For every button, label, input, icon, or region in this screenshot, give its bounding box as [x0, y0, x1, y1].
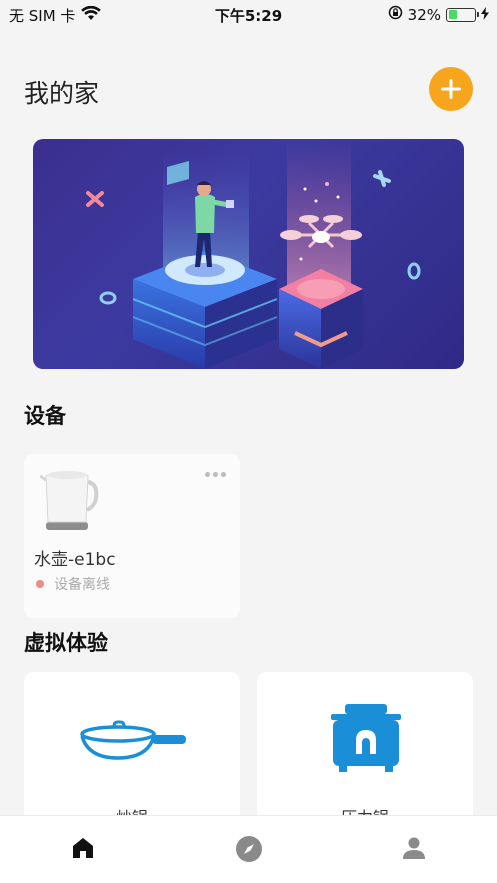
virtual-item-pressure-cooker[interactable]: 压力锅 [257, 672, 473, 832]
virtual-section-title: 虚拟体验 [24, 631, 108, 655]
more-dot [205, 472, 210, 477]
banner-art [86, 139, 421, 369]
device-status-text: 设备离线 [54, 577, 110, 593]
plus-icon [441, 79, 461, 99]
more-dot [221, 472, 226, 477]
tab-discover[interactable] [166, 816, 332, 883]
virtual-item-wok[interactable]: 炒锅 [24, 672, 240, 832]
charging-icon [481, 6, 489, 24]
add-device-button[interactable] [429, 67, 473, 111]
banner-illustration[interactable] [33, 139, 464, 369]
tab-profile[interactable] [331, 816, 497, 883]
battery-icon [446, 7, 479, 22]
user-icon [403, 837, 426, 859]
orientation-lock-icon [388, 5, 403, 24]
device-card[interactable]: 水壶-e1bc 设备离线 [24, 454, 240, 618]
battery-percent: 32% [407, 5, 441, 24]
status-bar: 无 SIM 卡 下午5:29 32% [0, 0, 497, 30]
status-right: 32% [388, 5, 489, 24]
kettle-icon [40, 471, 99, 530]
wok-icon [80, 720, 186, 760]
compass-icon [235, 836, 262, 862]
pressure-cooker-icon [331, 704, 401, 772]
home-icon [72, 838, 93, 858]
tab-bar [0, 815, 497, 883]
page-title: 我的家 [24, 79, 100, 108]
device-more-button[interactable] [205, 472, 226, 477]
devices-section-title: 设备 [24, 404, 66, 428]
offline-status-dot [36, 580, 44, 588]
tab-home[interactable] [0, 816, 166, 883]
device-status: 设备离线 [34, 574, 110, 594]
device-name: 水壶-e1bc [34, 550, 116, 570]
more-dot [213, 472, 218, 477]
